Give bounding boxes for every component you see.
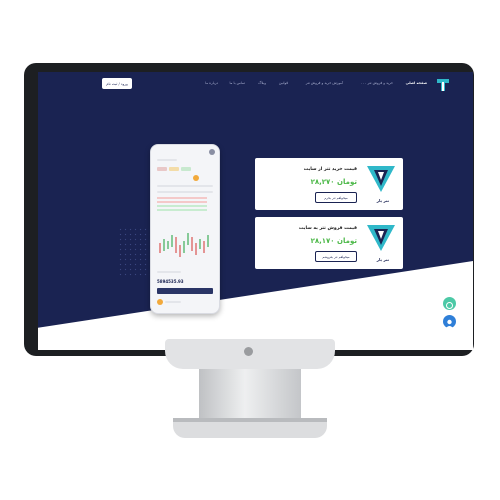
candlestick-chart (159, 233, 209, 257)
tether-logo-icon (367, 166, 395, 192)
nav-about[interactable]: درباره ما (205, 81, 218, 85)
monitor-camera-dot (244, 347, 253, 356)
phone-row (165, 301, 181, 303)
phone-row (157, 271, 181, 273)
buy-card-title: قیمت خرید تتر از سایت (303, 167, 357, 172)
buy-card-logo-text: تتر یار (376, 198, 389, 203)
nav-contact[interactable]: تماس با ما (229, 81, 245, 85)
buy-tether-button[interactable]: میخواهم تتر بخرم (315, 192, 357, 203)
login-register-button[interactable]: ورود / ثبت نام (102, 78, 132, 89)
sell-card-logo-text: تتر یار (376, 257, 389, 262)
coin-icon (157, 299, 163, 305)
sell-card-price: ۲۸,۱۷۰ تومان (310, 237, 357, 245)
phone-row (157, 185, 213, 187)
phone-badge-red (157, 167, 167, 171)
monitor-base-edge (173, 418, 327, 422)
phone-badge-yellow (169, 167, 179, 171)
phone-row-red (157, 197, 207, 199)
phone-row-red (157, 201, 207, 203)
nav-home[interactable]: صفحه اصلی (406, 81, 427, 85)
phone-row-green (157, 205, 207, 207)
buy-price-card: قیمت خرید تتر از سایت ۲۸,۲۷۰ تومان میخوا… (255, 158, 403, 210)
nav-tutorial[interactable]: آموزش خرید و فروش تتر (306, 81, 343, 85)
sell-price-card: قیمت فروش تتر به سایت ۲۸,۱۷۰ تومان میخوا… (255, 217, 403, 269)
nav-rules[interactable]: قوانین (279, 81, 288, 85)
monitor-stand (199, 366, 301, 424)
chat-icon[interactable] (443, 297, 456, 310)
buy-card-price: ۲۸,۲۷۰ تومان (310, 178, 357, 186)
screen: صفحه اصلی خرید و فروش تتر ۰۰۰ آموزش خرید… (38, 72, 473, 350)
phone-badge-green (181, 167, 191, 171)
phone-header-line (157, 159, 177, 161)
hero-background (38, 72, 473, 328)
site-logo-icon[interactable] (435, 77, 451, 93)
top-navbar: صفحه اصلی خرید و فروش تتر ۰۰۰ آموزش خرید… (38, 72, 473, 98)
sell-tether-button[interactable]: میخواهم تتر بفروشم (315, 251, 357, 262)
phone-mockup: 5894535.93 (150, 144, 220, 314)
phone-balance: 5894535.93 (157, 279, 184, 284)
nav-blog[interactable]: وبلاگ (258, 81, 266, 85)
tether-logo-icon (367, 225, 395, 251)
phone-progress-bar (157, 288, 213, 294)
nav-buy-sell[interactable]: خرید و فروش تتر ۰۰۰ (361, 81, 393, 85)
sell-card-title: قیمت فروش تتر به سایت (298, 226, 357, 231)
avatar (209, 149, 215, 155)
phone-row (157, 191, 213, 193)
support-agent-icon[interactable] (443, 315, 456, 328)
coin-icon (193, 175, 199, 181)
phone-row-green (157, 209, 207, 211)
